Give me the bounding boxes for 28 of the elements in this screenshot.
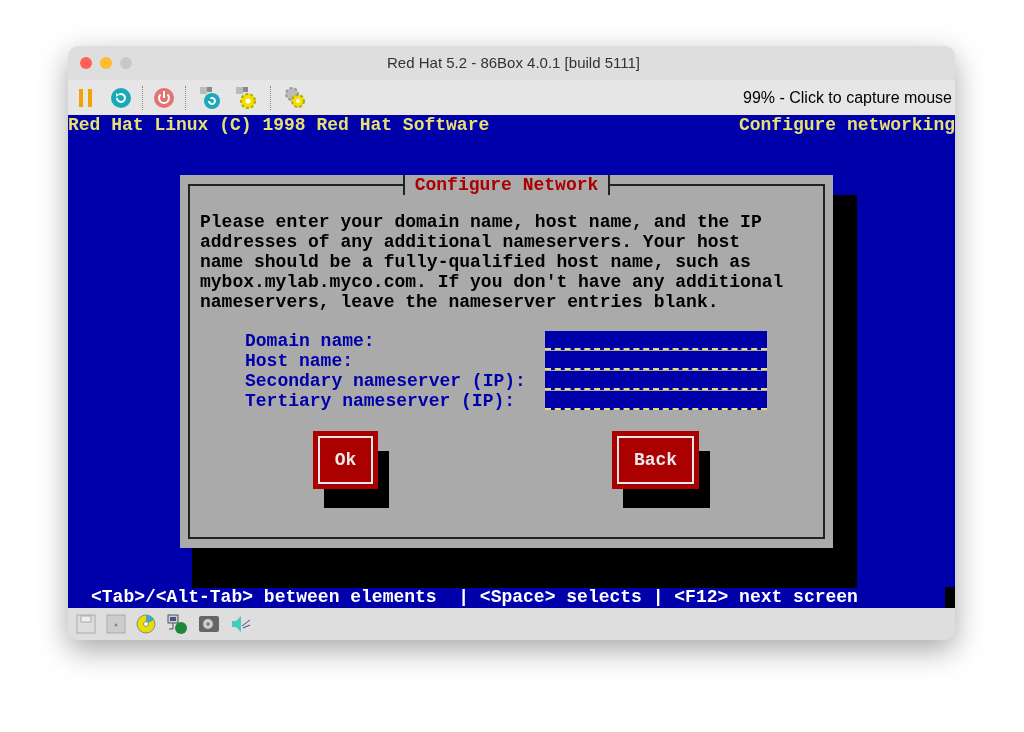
speaker-icon[interactable] — [230, 614, 252, 634]
dialog-button[interactable]: Back — [612, 431, 699, 489]
window-title: Red Hat 5.2 - 86Box 4.0.1 [build 5111] — [386, 52, 641, 73]
dialog-title: Configure Network — [402, 175, 611, 195]
gear-icon[interactable] — [234, 85, 258, 110]
floppy-icon[interactable] — [76, 614, 96, 634]
dialog-message: Please enter your domain name, host name, and the IP addresses of any additional nameservers. Your host name should be a fully-qualified host name, such as mybox.mylab.myco.com. If you don't have any additional nameservers, leave the nameserver entries blank. — [200, 212, 785, 312]
field-label: Domain name: — [245, 331, 375, 351]
settings-icon[interactable] — [283, 85, 307, 110]
input-field[interactable] — [545, 331, 767, 350]
input-field[interactable] — [545, 351, 767, 370]
close-button[interactable] — [80, 57, 92, 69]
reset-icon[interactable] — [110, 86, 132, 109]
cd-icon[interactable] — [136, 614, 156, 634]
field-label: Secondary nameserver (IP): — [245, 371, 526, 391]
reset-settings-icon[interactable] — [198, 85, 222, 110]
network-icon[interactable] — [166, 613, 188, 635]
screen-title: Configure networking — [738, 115, 955, 135]
dialog-button[interactable]: Ok — [313, 431, 378, 489]
cursor-block — [945, 587, 955, 608]
input-field[interactable] — [545, 391, 767, 410]
input-field[interactable] — [545, 371, 767, 390]
help-line: <Tab>/<Alt-Tab> between elements | <Space> selects | <F12> next screen — [91, 587, 858, 607]
header-text: Red Hat Linux (C) 1998 Red Hat Software — [68, 115, 490, 135]
field-label: Tertiary nameserver (IP): — [245, 391, 516, 411]
power-icon[interactable] — [153, 86, 175, 109]
capture-mouse-hint: 99% - Click to capture mouse — [743, 87, 952, 108]
field-label: Host name: — [245, 351, 354, 371]
